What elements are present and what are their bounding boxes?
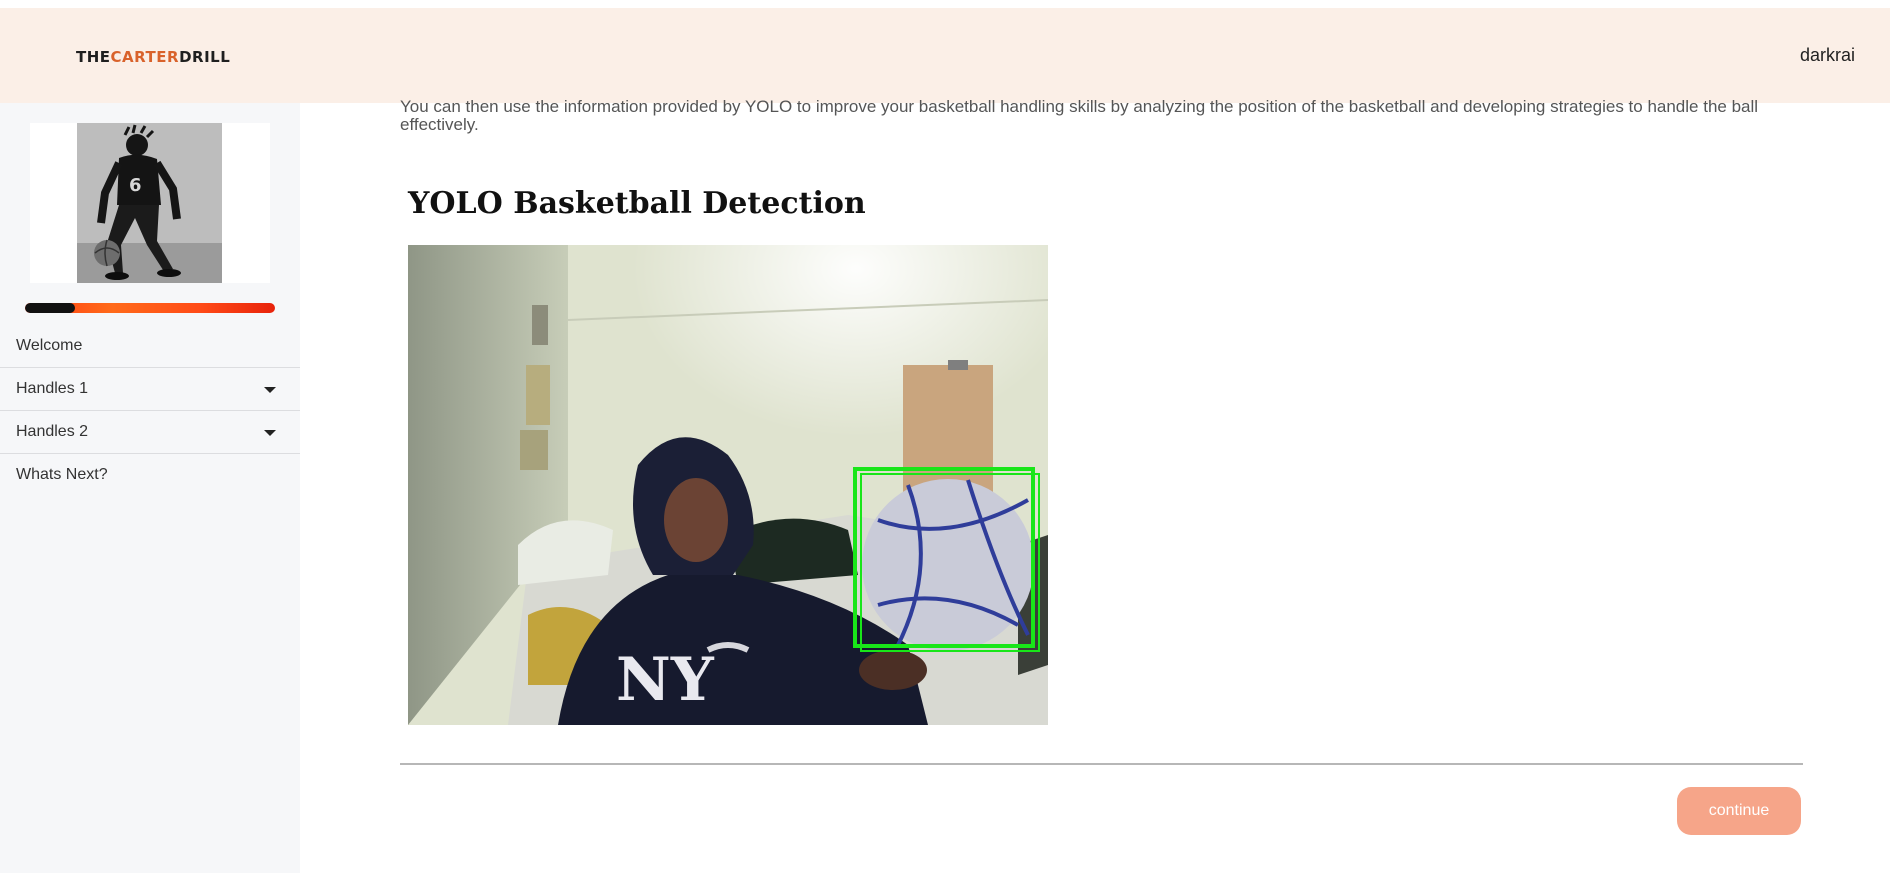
webcam-scene-illustration: NY: [408, 245, 1048, 725]
course-progress-fill: [25, 303, 75, 313]
sidebar-item-welcome[interactable]: Welcome: [0, 325, 300, 368]
brand-logo[interactable]: THECARTERDRILL: [76, 48, 230, 66]
sidebar-item-label: Handles 2: [16, 423, 89, 440]
section-divider: [400, 763, 1803, 765]
yolo-detection-image: NY: [408, 245, 1048, 725]
sidebar-item-whats-next[interactable]: Whats Next?: [0, 454, 300, 496]
sidebar-item-handles-2[interactable]: Handles 2: [0, 411, 300, 454]
svg-text:6: 6: [129, 175, 142, 196]
sidebar: 6 Welcome Handles 1 Handles 2 Whats Next…: [0, 103, 300, 873]
sidebar-item-label: Handles 1: [16, 380, 89, 397]
brand-text-drill: DRILL: [179, 48, 231, 66]
app-header: THECARTERDRILL darkrai: [0, 8, 1890, 103]
section-title: YOLO Basketball Detection: [408, 186, 866, 221]
sidebar-item-label: Whats Next?: [16, 466, 108, 483]
brand-text-the: THE: [76, 48, 111, 66]
caret-down-icon[interactable]: [264, 387, 276, 393]
intro-paragraph: You can then use the information provide…: [400, 97, 1759, 134]
course-image: 6: [77, 123, 222, 283]
svg-text:NY: NY: [616, 645, 715, 715]
sidebar-menu: Welcome Handles 1 Handles 2 Whats Next?: [0, 325, 300, 496]
user-menu[interactable]: darkrai: [1800, 45, 1855, 66]
sidebar-item-label: Welcome: [16, 337, 83, 354]
continue-button[interactable]: continue: [1677, 787, 1801, 835]
course-image-frame: 6: [30, 123, 270, 283]
brand-text-carter: CARTER: [110, 48, 180, 66]
caret-down-icon[interactable]: [264, 430, 276, 436]
sidebar-item-handles-1[interactable]: Handles 1: [0, 368, 300, 411]
course-progress-bar: [25, 303, 275, 313]
player-photo-illustration: 6: [77, 123, 222, 283]
